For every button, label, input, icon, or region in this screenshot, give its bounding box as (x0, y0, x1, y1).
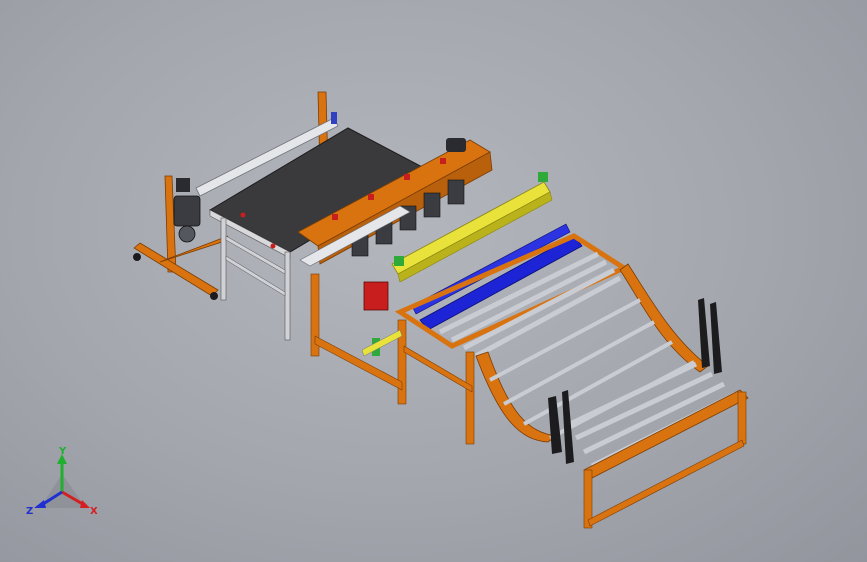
green-endcap (538, 172, 548, 182)
motor-icon (173, 195, 201, 227)
black-stop (710, 302, 722, 374)
conveyor-leg (284, 251, 291, 341)
conveyor-leg (220, 217, 227, 301)
outfeed-bottom-rail (587, 439, 745, 527)
press-head (447, 179, 465, 205)
outfeed-leg (737, 391, 747, 445)
conveyor-brace (225, 255, 286, 297)
red-clamp (270, 243, 276, 249)
unwind-base-leg (133, 242, 219, 297)
red-clamp (240, 212, 246, 218)
cad-viewport[interactable]: Y X Z (0, 0, 867, 562)
red-marker (440, 158, 446, 164)
press-motor (446, 138, 466, 152)
z-arrowhead-icon (34, 500, 46, 508)
outfeed-side-frame-2 (619, 263, 709, 373)
press-head (423, 192, 441, 218)
table-leg (465, 351, 475, 445)
z-axis-label: Z (26, 506, 33, 517)
curved-outfeed (475, 263, 749, 529)
press-base (314, 335, 403, 391)
x-axis-label: X (90, 506, 98, 517)
red-marker (332, 214, 338, 220)
motor-cap (178, 225, 196, 243)
coordinate-triad-icon: Y X Z (26, 446, 98, 517)
machine-model (133, 91, 749, 529)
red-marker (368, 194, 374, 200)
red-marker (404, 174, 410, 180)
green-endcap (394, 256, 404, 266)
blue-bearing (331, 112, 337, 124)
caster-wheel (133, 253, 141, 261)
stack-roller (568, 361, 698, 427)
y-axis-label: Y (58, 446, 67, 457)
caster-wheel (210, 292, 218, 300)
lower-rail (361, 329, 403, 357)
table-brace (403, 345, 473, 393)
red-drive-box (363, 281, 389, 311)
black-stop (698, 298, 710, 368)
x-arrowhead-icon (80, 500, 90, 508)
motor-box (176, 178, 190, 192)
